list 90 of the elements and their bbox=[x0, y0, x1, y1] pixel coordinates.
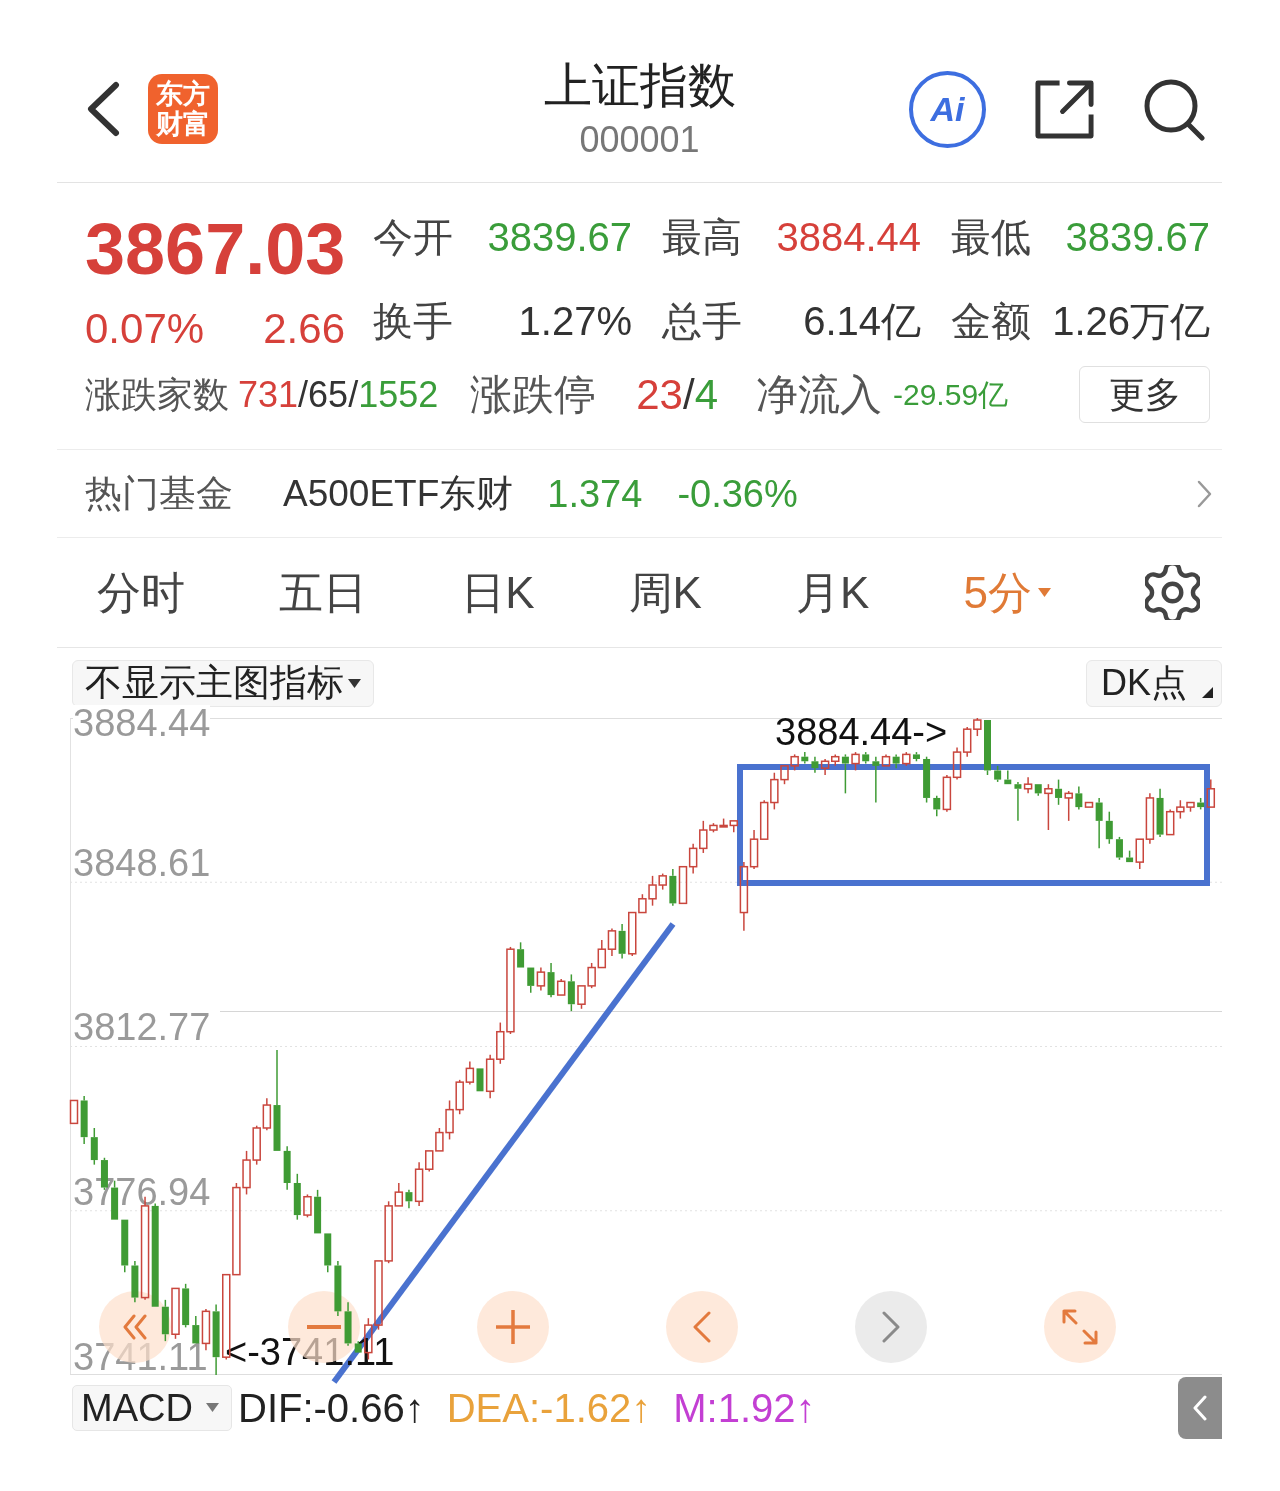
last-price: 3867.03 bbox=[85, 213, 346, 285]
settings-icon bbox=[1144, 565, 1200, 620]
stat-label: 最高 bbox=[662, 214, 742, 261]
advance-decline-counts: 731/65/1552 bbox=[238, 372, 439, 417]
stock-code: 000001 bbox=[579, 120, 700, 160]
stat-value: 3839.67 bbox=[487, 214, 632, 261]
candlestick bbox=[688, 843, 698, 875]
caret-icon bbox=[348, 678, 361, 688]
chevron-left-icon bbox=[693, 1311, 711, 1343]
page-title: 上证指数 bbox=[543, 58, 736, 114]
stat-label: 总手 bbox=[662, 298, 742, 345]
breadth-label: 涨跌家数 bbox=[85, 372, 229, 417]
macd-select[interactable]: MACD bbox=[72, 1384, 232, 1431]
stat-label: 今开 bbox=[373, 214, 453, 261]
double-chevron-left-icon bbox=[122, 1314, 148, 1340]
share-button[interactable] bbox=[1033, 77, 1096, 141]
corner-triangle-icon bbox=[1202, 686, 1213, 698]
stat-value: 6.14亿 bbox=[803, 298, 921, 345]
candlestick bbox=[739, 861, 749, 932]
period-tab[interactable]: 日K bbox=[461, 566, 535, 619]
candlestick bbox=[749, 829, 759, 870]
period-tab[interactable]: 周K bbox=[628, 566, 702, 619]
y-axis-label: 3741.11 bbox=[73, 1339, 208, 1375]
candlestick bbox=[942, 774, 952, 813]
chevron-left-icon bbox=[1193, 1394, 1207, 1421]
highest-candle bbox=[973, 717, 982, 737]
stat-value: 1.26万亿 bbox=[1052, 298, 1210, 345]
fund-price: 1.374 bbox=[547, 471, 643, 516]
candlestick bbox=[1156, 788, 1164, 838]
plus-icon bbox=[496, 1310, 530, 1344]
period-tab[interactable]: 月K bbox=[795, 566, 870, 619]
candlestick bbox=[1075, 785, 1083, 811]
chevron-left-icon bbox=[86, 81, 120, 137]
macd-value: DIF:-0.66↑ bbox=[238, 1384, 425, 1431]
candlestick bbox=[669, 868, 677, 907]
caret-icon bbox=[206, 1403, 219, 1412]
stat-value: 1.27% bbox=[518, 298, 632, 345]
candlestick bbox=[872, 755, 880, 804]
candlestick bbox=[414, 1161, 424, 1207]
limit-label: 涨跌停 bbox=[470, 369, 597, 420]
dk-point-button[interactable]: DK点 bbox=[1086, 659, 1222, 707]
period-tab[interactable]: 五日 bbox=[279, 566, 368, 619]
search-button[interactable] bbox=[1143, 77, 1205, 141]
candlestick bbox=[811, 755, 819, 774]
brand-logo: 东方 财富 bbox=[148, 74, 218, 144]
fund-name[interactable]: A500ETF东财 bbox=[283, 471, 514, 516]
period-tab[interactable]: 分时 bbox=[97, 566, 185, 619]
search-icon bbox=[1143, 77, 1205, 141]
candlestick bbox=[334, 1260, 342, 1317]
y-axis-label: 3848.61 bbox=[73, 845, 211, 881]
candlestick bbox=[283, 1145, 291, 1191]
expand-arrows-icon bbox=[1062, 1309, 1098, 1345]
collapse-panel-button[interactable] bbox=[1178, 1376, 1222, 1439]
chevron-right-icon[interactable] bbox=[1197, 479, 1212, 508]
candlestick bbox=[1145, 792, 1155, 845]
chart-settings-button[interactable] bbox=[1144, 565, 1200, 620]
more-button[interactable]: 更多 bbox=[1079, 366, 1210, 423]
candlestick bbox=[131, 1260, 139, 1303]
macd-value: DEA:-1.62↑ bbox=[446, 1384, 652, 1431]
y-axis-label: 3812.77 bbox=[73, 1009, 211, 1045]
fund-change: -0.36% bbox=[677, 471, 798, 516]
stat-label: 最低 bbox=[951, 214, 1031, 261]
chevron-right-icon bbox=[882, 1311, 900, 1343]
candlestick bbox=[618, 923, 626, 960]
candlestick bbox=[933, 794, 941, 818]
change-amount: 2.66 bbox=[263, 305, 345, 353]
candlestick bbox=[820, 758, 830, 776]
macd-value: M:1.92↑ bbox=[673, 1384, 816, 1431]
share-icon bbox=[1033, 77, 1096, 141]
net-inflow-label: 净流入 bbox=[756, 369, 882, 420]
candlestick bbox=[1095, 797, 1103, 850]
net-inflow-value: -29.59亿 bbox=[893, 376, 1009, 413]
ai-assistant-button[interactable]: Ai bbox=[909, 70, 986, 148]
stat-label: 换手 bbox=[373, 298, 453, 345]
candlestick bbox=[80, 1095, 88, 1145]
stat-label: 金额 bbox=[951, 298, 1031, 345]
stat-value: 3884.44 bbox=[776, 214, 921, 261]
limit-up-down-counts: 23/4 bbox=[636, 369, 718, 420]
candlestick bbox=[547, 962, 555, 999]
candlestick bbox=[1014, 781, 1022, 822]
candlestick bbox=[892, 753, 900, 769]
high-price-marker: 3884.44-> bbox=[775, 714, 948, 750]
indicator-select[interactable]: 不显示主图指标 bbox=[72, 659, 374, 707]
back-button[interactable] bbox=[85, 81, 121, 137]
stat-value: 3839.67 bbox=[1065, 214, 1210, 261]
change-percent: 0.07% bbox=[85, 305, 205, 353]
hot-fund-label: 热门基金 bbox=[85, 471, 233, 516]
candlestick bbox=[841, 753, 849, 795]
minus-icon bbox=[307, 1325, 341, 1329]
candlestick bbox=[405, 1189, 413, 1209]
